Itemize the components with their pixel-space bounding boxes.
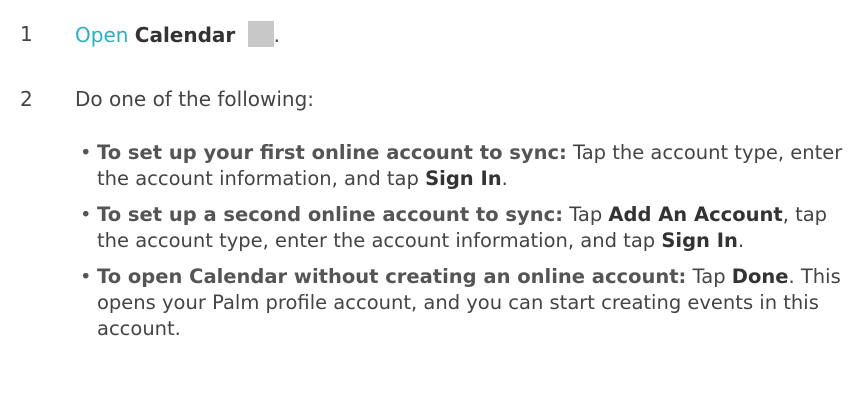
sign-in-label: Sign In	[425, 167, 502, 190]
option-text: Tap	[563, 203, 609, 226]
option-lead: To open Calendar without creating an onl…	[97, 265, 687, 288]
option-lead: To set up your first online account to s…	[97, 141, 567, 164]
step-number: 1	[20, 22, 33, 46]
done-label: Done	[731, 265, 789, 288]
open-link[interactable]: Open	[75, 23, 128, 47]
step-text: Open Calendar .	[75, 21, 280, 48]
step-trailing: .	[273, 23, 281, 47]
calendar-app-name: Calendar	[134, 23, 236, 47]
option-text: .	[737, 229, 745, 252]
option-lead: To set up a second online account to syn…	[97, 203, 563, 226]
step-number: 2	[20, 87, 33, 111]
list-item: To set up your first online account to s…	[78, 140, 843, 192]
step-text: Do one of the following:	[75, 87, 315, 111]
option-text: .	[501, 167, 508, 190]
sign-in-label: Sign In	[661, 229, 738, 252]
list-item: To open Calendar without creating an onl…	[78, 264, 843, 342]
add-account-label: Add An Account	[608, 203, 783, 226]
calendar-app-icon	[247, 21, 274, 47]
list-item: To set up a second online account to syn…	[78, 202, 843, 254]
option-text: Tap	[686, 265, 732, 288]
options-list: To set up your first online account to s…	[78, 140, 843, 352]
